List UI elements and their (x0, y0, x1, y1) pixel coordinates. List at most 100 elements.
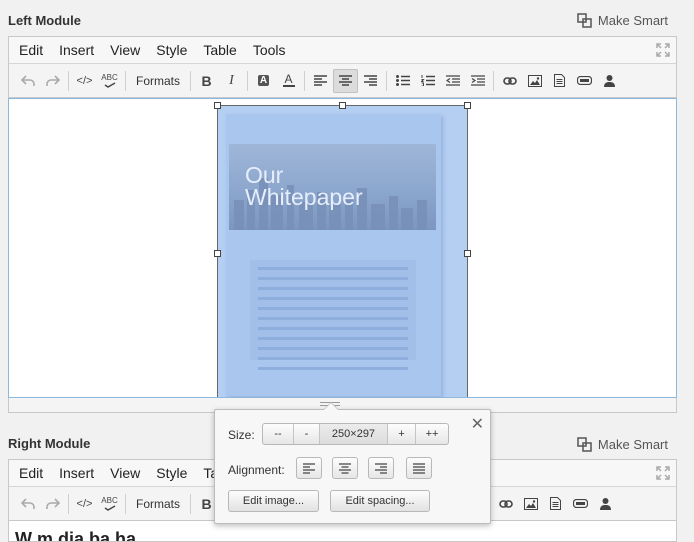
link-icon[interactable] (493, 492, 518, 516)
edit-spacing-button[interactable]: Edit spacing... (330, 490, 430, 512)
whitepaper-page: Our Whitepaper (226, 114, 441, 396)
align-right-icon[interactable] (358, 69, 383, 93)
menu-tools[interactable]: Tools (245, 37, 294, 64)
whitepaper-title-line1: Our (245, 162, 284, 188)
align-right-icon (375, 462, 387, 474)
undo-icon[interactable] (15, 69, 40, 93)
text-color-glyph: A (284, 72, 293, 86)
bold-icon[interactable]: B (194, 69, 219, 93)
image-icon[interactable] (518, 492, 543, 516)
person-icon[interactable] (593, 492, 618, 516)
align-left-button[interactable] (296, 457, 322, 479)
numbered-list-icon[interactable] (415, 69, 440, 93)
edit-image-button[interactable]: Edit image... (228, 490, 319, 512)
toolbar-separator (247, 70, 249, 91)
align-left-icon (303, 462, 315, 474)
image-options-popup: ✕ Size: -- - 250×297 + ++ Alignment: Edi… (214, 402, 491, 524)
size-decrease-button[interactable]: - (294, 424, 320, 444)
menu-edit[interactable]: Edit (11, 460, 51, 487)
left-make-smart-button[interactable]: Make Smart (577, 13, 668, 28)
align-justify-button[interactable] (406, 457, 432, 479)
fullscreen-icon[interactable] (656, 466, 670, 485)
toolbar-separator (304, 70, 306, 91)
spellcheck-icon[interactable]: ABC (97, 69, 122, 93)
left-module-title: Left Module (8, 13, 81, 28)
spellcheck-glyph: ABC (101, 495, 118, 505)
toolbar-separator (493, 70, 495, 91)
make-smart-icon (577, 13, 592, 28)
indent-icon[interactable] (465, 69, 490, 93)
toolbar-separator (386, 70, 388, 91)
formats-dropdown[interactable]: Formats (129, 497, 187, 511)
widget-icon[interactable] (568, 492, 593, 516)
selected-whitepaper-image[interactable]: Our Whitepaper (217, 105, 468, 397)
toolbar-separator (125, 493, 126, 514)
formats-dropdown[interactable]: Formats (129, 74, 187, 88)
text-color-bar (282, 85, 295, 87)
size-label: Size: (228, 428, 255, 442)
bullet-list-icon[interactable] (390, 69, 415, 93)
align-left-icon[interactable] (308, 69, 333, 93)
menu-style[interactable]: Style (148, 460, 195, 487)
person-icon[interactable] (597, 69, 622, 93)
italic-icon[interactable]: I (219, 69, 244, 93)
close-icon[interactable]: ✕ (471, 414, 484, 434)
highlight-glyph: A (257, 75, 270, 86)
toolbar-separator (68, 70, 69, 91)
right-module-title: Right Module (8, 436, 91, 451)
size-increase-button[interactable]: + (388, 424, 416, 444)
whitepaper-title-line2: Whitepaper (245, 184, 363, 210)
fullscreen-icon[interactable] (656, 43, 670, 62)
toolbar-separator (190, 493, 192, 514)
alignment-label: Alignment: (228, 463, 285, 477)
menubar: Edit Insert View Style Table Tools (9, 37, 676, 64)
make-smart-label: Make Smart (597, 437, 668, 452)
resize-handle-n[interactable] (339, 102, 346, 109)
align-center-icon[interactable] (333, 68, 359, 93)
image-icon[interactable] (522, 69, 547, 93)
align-center-icon (339, 462, 351, 474)
text-color-icon[interactable]: A (276, 69, 301, 93)
outdent-icon[interactable] (440, 69, 465, 93)
spellcheck-glyph: ABC (101, 72, 118, 82)
spellcheck-icon[interactable]: ABC (97, 492, 122, 516)
whitepaper-title: Our Whitepaper (245, 162, 363, 210)
whitepaper-text-block (250, 260, 416, 370)
undo-icon[interactable] (15, 492, 40, 516)
resize-handle-w[interactable] (214, 250, 221, 257)
widget-icon[interactable] (572, 69, 597, 93)
size-increase-large-button[interactable]: ++ (416, 424, 448, 444)
redo-icon[interactable] (40, 69, 65, 93)
highlight-icon[interactable]: A (251, 69, 276, 93)
align-justify-icon (413, 462, 425, 474)
resize-handle-e[interactable] (464, 250, 471, 257)
menu-table[interactable]: Table (195, 37, 244, 64)
resize-handle-ne[interactable] (464, 102, 471, 109)
left-editor-content[interactable]: Our Whitepaper (8, 98, 677, 398)
align-center-button[interactable] (332, 457, 358, 479)
document-icon[interactable] (547, 69, 572, 93)
make-smart-icon (577, 437, 592, 452)
menu-view[interactable]: View (102, 37, 148, 64)
menu-insert[interactable]: Insert (51, 37, 102, 64)
align-right-button[interactable] (368, 457, 394, 479)
right-make-smart-button[interactable]: Make Smart (577, 437, 668, 452)
size-decrease-large-button[interactable]: -- (263, 424, 294, 444)
size-value: 250×297 (320, 424, 388, 444)
right-content-text: W m dia ba ha (15, 529, 137, 541)
whitepaper-banner: Our Whitepaper (229, 144, 436, 230)
resize-handle-nw[interactable] (214, 102, 221, 109)
toolbar-separator (190, 70, 192, 91)
menu-insert[interactable]: Insert (51, 460, 102, 487)
menu-view[interactable]: View (102, 460, 148, 487)
source-code-icon[interactable]: </> (72, 492, 97, 516)
toolbar: </> ABC Formats B I A A (9, 64, 676, 98)
menu-edit[interactable]: Edit (11, 37, 51, 64)
size-control: -- - 250×297 + ++ (262, 423, 449, 445)
source-code-icon[interactable]: </> (72, 69, 97, 93)
menu-style[interactable]: Style (148, 37, 195, 64)
right-editor-content[interactable]: W m dia ba ha (9, 521, 676, 541)
link-icon[interactable] (497, 69, 522, 93)
redo-icon[interactable] (40, 492, 65, 516)
document-icon[interactable] (543, 492, 568, 516)
